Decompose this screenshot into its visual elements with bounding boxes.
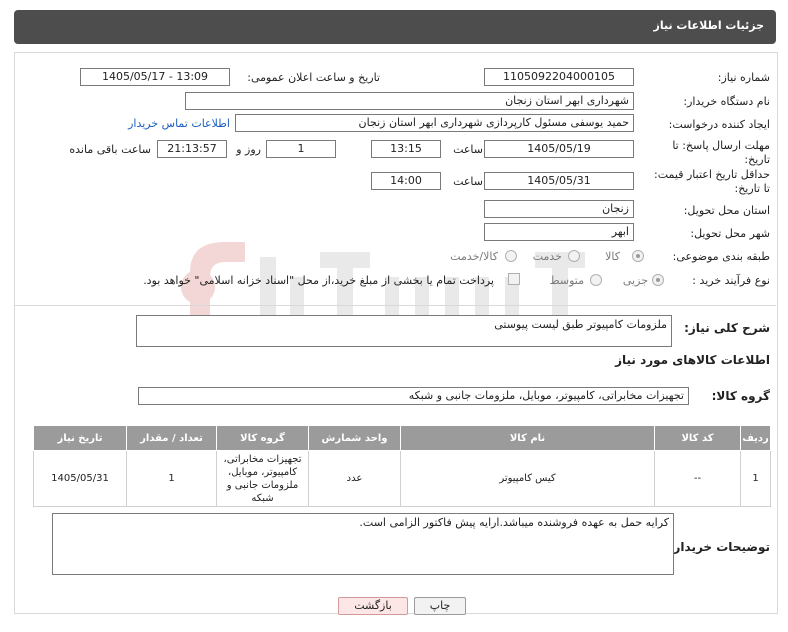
need-number-label: شماره نیاز: bbox=[717, 71, 770, 84]
col-qty: تعداد / مقدار bbox=[126, 425, 217, 451]
deadline-time-label: ساعت bbox=[453, 143, 483, 156]
deadline-label-1: مهلت ارسال پاسخ: تا bbox=[672, 139, 770, 152]
process-radio-medium[interactable] bbox=[590, 274, 602, 286]
treasury-payment-note: پرداخت تمام یا بخشی از مبلغ خرید،از محل … bbox=[143, 274, 494, 287]
category-option-service: خدمت bbox=[532, 250, 562, 263]
time-remaining-label: ساعت باقی مانده bbox=[69, 143, 151, 156]
category-radio-service[interactable] bbox=[568, 250, 580, 262]
category-radio-goods-service[interactable] bbox=[505, 250, 517, 262]
announce-label: تاریخ و ساعت اعلان عمومی: bbox=[247, 71, 380, 84]
deadline-date: 1405/05/19 bbox=[484, 140, 634, 158]
col-code: کد کالا bbox=[654, 425, 741, 451]
deadline-time: 13:15 bbox=[371, 140, 441, 158]
buyer-notes-label: توضیحات خریدار: bbox=[668, 540, 770, 554]
price-validity-time: 14:00 bbox=[371, 172, 441, 190]
category-label: طبقه بندی موضوعی: bbox=[672, 250, 770, 263]
time-remaining: 21:13:57 bbox=[157, 140, 227, 158]
deadline-label-2: تاریخ: bbox=[744, 153, 770, 166]
back-button[interactable]: بازگشت bbox=[338, 597, 408, 615]
goods-table: ردیف کد کالا نام کالا واحد شمارش گروه کا… bbox=[33, 425, 771, 507]
buyer-notes-textarea[interactable]: کرایه حمل به عهده فروشنده میباشد.ارایه پ… bbox=[52, 513, 674, 575]
section-divider bbox=[14, 305, 776, 306]
summary-label: شرح کلی نیاز: bbox=[684, 321, 770, 335]
price-validity-date: 1405/05/31 bbox=[484, 172, 634, 190]
goods-table-header: ردیف کد کالا نام کالا واحد شمارش گروه کا… bbox=[33, 425, 771, 451]
col-group: گروه کالا bbox=[216, 425, 309, 451]
treasury-payment-checkbox[interactable] bbox=[508, 273, 520, 285]
category-radio-goods[interactable] bbox=[632, 250, 644, 262]
delivery-province-value: زنجان bbox=[484, 200, 634, 218]
cell-group: تجهیزات مخابراتی، کامپیوتر، موبایل، ملزو… bbox=[216, 450, 309, 507]
col-unit: واحد شمارش bbox=[308, 425, 401, 451]
process-label: نوع فرآیند خرید : bbox=[692, 274, 770, 287]
category-option-goods: کالا bbox=[605, 250, 620, 263]
goods-group-value: تجهیزات مخابراتی، کامپیوتر، موبایل، ملزو… bbox=[138, 387, 689, 405]
days-remaining: 1 bbox=[266, 140, 336, 158]
requester-value: حمید یوسفی مسئول کارپردازی شهرداری ابهر … bbox=[235, 114, 634, 132]
need-number-value: 1105092204000105 bbox=[484, 68, 634, 86]
process-option-partial: جزیی bbox=[622, 274, 648, 287]
table-row: 1 -- کیس کامپیوتر عدد تجهیزات مخابراتی، … bbox=[33, 450, 771, 507]
col-row: ردیف bbox=[740, 425, 771, 451]
goods-info-title: اطلاعات کالاهای مورد نیاز bbox=[615, 353, 770, 367]
cell-row: 1 bbox=[740, 450, 771, 507]
requester-label: ایجاد کننده درخواست: bbox=[668, 118, 770, 131]
page-title: جزئیات اطلاعات نیاز bbox=[653, 19, 765, 32]
buyer-org-label: نام دستگاه خریدار: bbox=[683, 95, 770, 108]
price-validity-label-2: تا تاریخ: bbox=[734, 182, 770, 195]
cell-date: 1405/05/31 bbox=[33, 450, 127, 507]
print-button[interactable]: چاپ bbox=[414, 597, 466, 615]
category-option-goods-service: کالا/خدمت bbox=[450, 250, 498, 263]
price-validity-label-1: حداقل تاریخ اعتبار قیمت: bbox=[654, 168, 770, 181]
price-validity-time-label: ساعت bbox=[453, 175, 483, 188]
col-name: نام کالا bbox=[400, 425, 655, 451]
buyer-org-value: شهرداری ابهر استان زنجان bbox=[185, 92, 634, 110]
goods-group-label: گروه کالا: bbox=[711, 389, 770, 403]
delivery-province-label: استان محل تحویل: bbox=[683, 204, 770, 217]
cell-code: -- bbox=[654, 450, 741, 507]
delivery-city-label: شهر محل تحویل: bbox=[690, 227, 770, 240]
days-label: روز و bbox=[236, 143, 261, 156]
page-header: جزئیات اطلاعات نیاز bbox=[14, 10, 776, 44]
process-radio-partial[interactable] bbox=[652, 274, 664, 286]
buyer-contact-link[interactable]: اطلاعات تماس خریدار bbox=[128, 117, 230, 130]
summary-textarea[interactable]: ملزومات کامپیوتر طبق لیست پیوستی bbox=[136, 315, 672, 347]
cell-unit: عدد bbox=[308, 450, 401, 507]
col-date: تاریخ نیاز bbox=[33, 425, 127, 451]
process-option-medium: متوسط bbox=[549, 274, 584, 287]
cell-name: کیس کامپیوتر bbox=[400, 450, 655, 507]
announce-value: 1405/05/17 - 13:09 bbox=[80, 68, 230, 86]
delivery-city-value: ابهر bbox=[484, 223, 634, 241]
cell-qty: 1 bbox=[126, 450, 217, 507]
